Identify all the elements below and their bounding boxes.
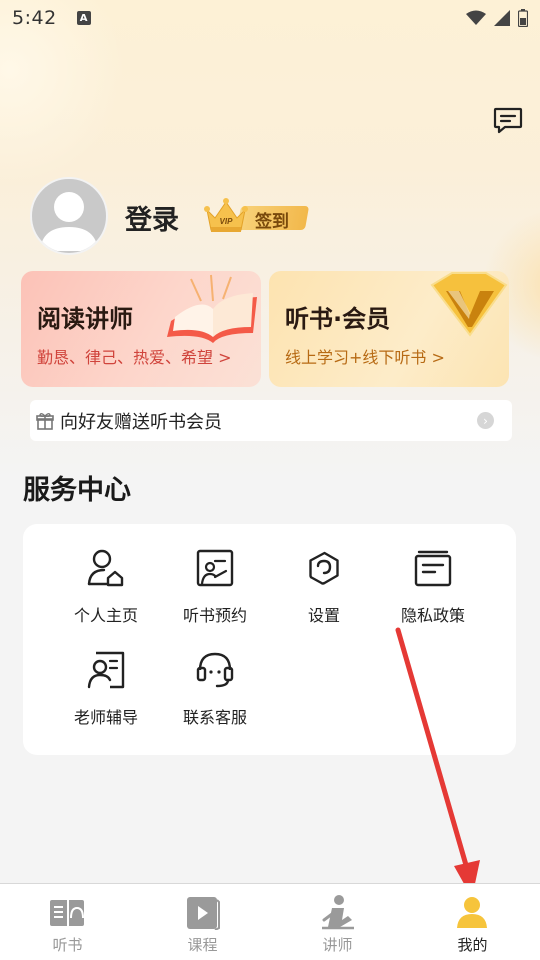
- headset-icon: [196, 652, 234, 688]
- service-label: 个人主页: [73, 606, 138, 625]
- tab-me[interactable]: 我的: [405, 884, 540, 960]
- avatar[interactable]: [30, 177, 108, 255]
- status-time: 5:42: [12, 7, 57, 29]
- audiobook-vip-card[interactable]: 听书·会员 线上学习+线下听书 >: [269, 271, 509, 387]
- message-icon[interactable]: [493, 107, 523, 135]
- person-home-icon: [87, 549, 124, 587]
- battery-icon: [518, 9, 528, 27]
- sign-in-label: 签到: [255, 212, 289, 232]
- tab-course[interactable]: 课程: [135, 884, 270, 960]
- card-title: 听书·会员: [285, 305, 391, 333]
- course-play-icon: [187, 897, 220, 930]
- gift-text: 向好友赠送听书会员: [60, 411, 222, 433]
- tab-label: 讲师: [322, 936, 353, 954]
- gear-icon: [309, 551, 339, 585]
- service-item-booking[interactable]: 听书预约: [160, 524, 270, 625]
- tab-lecturer[interactable]: 讲师: [270, 884, 405, 960]
- chevron-right-icon: ›: [477, 412, 494, 429]
- open-book-icon: [167, 274, 257, 343]
- vip-crown-icon: VIP: [204, 198, 248, 232]
- wifi-icon: [466, 10, 486, 25]
- notification-icon: A: [76, 11, 91, 25]
- default-avatar-icon: [40, 192, 98, 251]
- tab-label: 课程: [187, 936, 218, 954]
- audiobook-icon: [50, 900, 84, 926]
- card-subtitle: 线上学习+线下听书 >: [285, 348, 445, 367]
- tab-audiobook[interactable]: 听书: [0, 884, 135, 960]
- service-item-tutor[interactable]: 老师辅导: [51, 626, 161, 727]
- status-icons: [466, 9, 528, 27]
- service-item-settings[interactable]: 设置: [269, 524, 379, 625]
- reading-teacher-card[interactable]: 阅读讲师 勤恳、律己、热爱、希望 >: [21, 271, 261, 387]
- service-item-privacy[interactable]: 隐私政策: [378, 524, 488, 625]
- status-bar: 5:42 A: [0, 0, 540, 36]
- board-person-icon: [196, 549, 234, 587]
- tutor-icon: [87, 651, 125, 689]
- me-icon: [457, 897, 487, 928]
- vip-v-badge-icon: [430, 272, 508, 337]
- section-title: 服务中心: [23, 475, 131, 506]
- gift-icon: [36, 412, 54, 430]
- bottom-nav: 听书 课程 讲师 我的: [0, 883, 540, 960]
- tab-label: 听书: [52, 936, 83, 954]
- document-icon: [414, 550, 452, 587]
- service-panel: 个人主页 听书预约 设置 隐私政策 老师辅导 联系客服: [23, 524, 516, 755]
- service-label: 隐私政策: [400, 606, 465, 625]
- gift-vip-bar[interactable]: 向好友赠送听书会员 ›: [30, 400, 512, 441]
- tab-label: 我的: [457, 936, 488, 954]
- service-label: 联系客服: [182, 708, 247, 727]
- crown-text: VIP: [220, 217, 234, 226]
- service-item-personal-home[interactable]: 个人主页: [51, 524, 161, 625]
- signal-icon: [494, 10, 510, 26]
- service-label: 听书预约: [182, 606, 247, 625]
- card-subtitle: 勤恳、律己、热爱、希望 >: [37, 348, 232, 367]
- sign-in-button[interactable]: 签到 VIP: [203, 196, 310, 236]
- service-label: 设置: [307, 606, 340, 625]
- login-link[interactable]: 登录: [125, 198, 179, 237]
- service-label: 老师辅导: [73, 708, 138, 727]
- card-title: 阅读讲师: [37, 305, 133, 333]
- lecturer-icon: [322, 895, 354, 930]
- service-item-customer-service[interactable]: 联系客服: [160, 626, 270, 727]
